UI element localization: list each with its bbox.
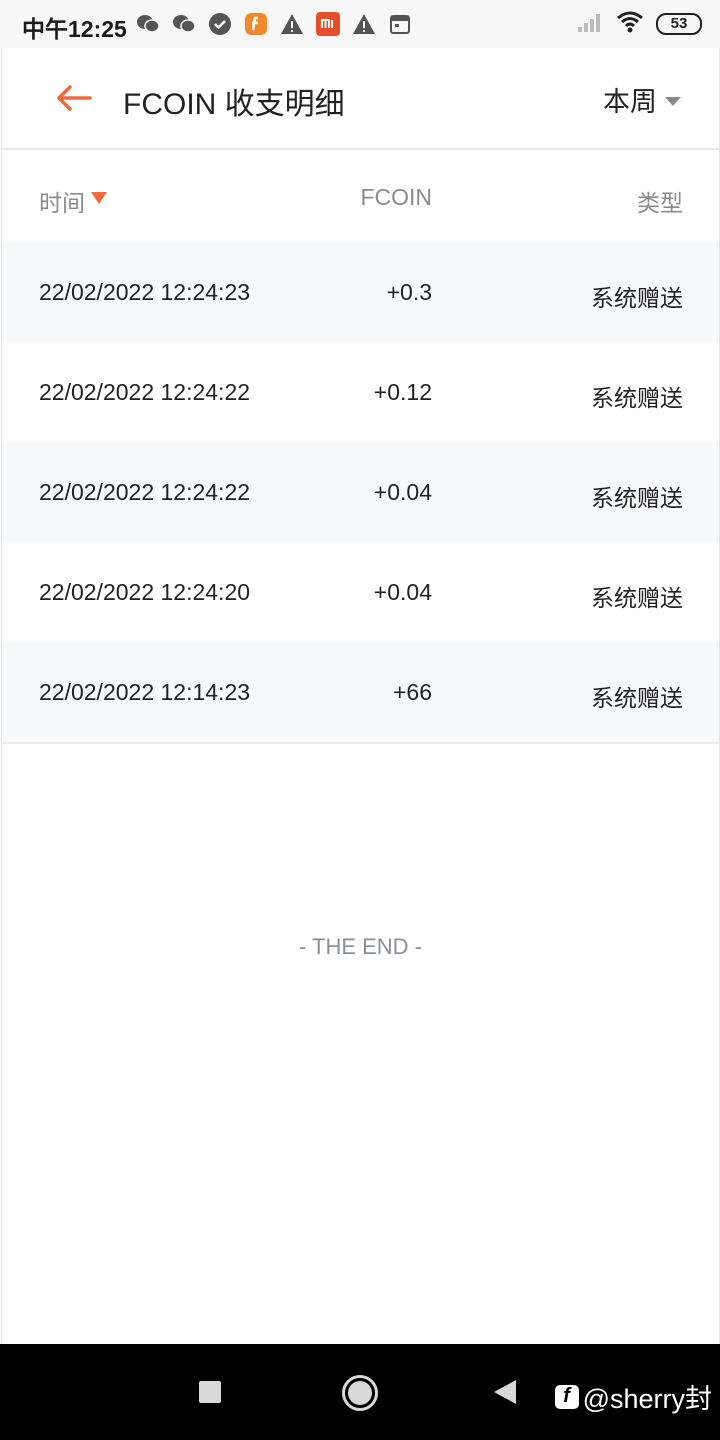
row-time: 22/02/2022 12:24:22: [39, 379, 251, 405]
period-dropdown[interactable]: 本周: [603, 80, 681, 119]
period-label: 本周: [603, 87, 657, 117]
row-type: 系统赠送: [591, 385, 683, 411]
header: FCOIN 收支明细 本周: [2, 48, 719, 150]
table-row: 22/02/2022 12:24:22 +0.12 系统赠送: [2, 342, 719, 442]
home-button[interactable]: [342, 1375, 378, 1411]
arrow-left-icon: [57, 85, 92, 111]
row-amount: +66: [392, 679, 432, 705]
table-row: 22/02/2022 12:24:20 +0.04 系统赠送: [2, 542, 719, 642]
navigation-bar: f @sherry封: [0, 1344, 720, 1440]
back-button[interactable]: [52, 76, 96, 120]
battery-indicator: 53: [656, 13, 702, 35]
table-row: 22/02/2022 12:24:23 +0.3 系统赠送: [2, 242, 719, 342]
recents-button[interactable]: [199, 1381, 221, 1403]
watermark-logo-icon: f: [554, 1384, 579, 1409]
sort-desc-icon: [91, 192, 107, 204]
row-type: 系统赠送: [591, 485, 683, 511]
calendar-icon: [388, 12, 412, 36]
home-icon: [348, 1381, 372, 1405]
row-amount: +0.12: [373, 379, 432, 405]
row-type: 系统赠送: [591, 585, 683, 611]
warning-icon: [352, 12, 376, 36]
signal-icon: [576, 11, 604, 38]
row-time: 22/02/2022 12:14:23: [39, 679, 251, 705]
end-of-list-text: - THE END -: [298, 934, 423, 959]
notification-icons: [136, 10, 412, 38]
status-bar: 中午12:25 53: [0, 0, 720, 48]
table-row: 22/02/2022 12:24:22 +0.04 系统赠送: [2, 442, 719, 542]
watermark: f @sherry封: [554, 1377, 712, 1416]
time-column-label: 时间: [39, 190, 85, 216]
sort-by-time-header[interactable]: 时间: [39, 184, 107, 218]
type-column-label: 类型: [637, 190, 683, 216]
row-amount: +0.04: [373, 579, 432, 605]
wifi-icon: [616, 11, 644, 38]
transaction-list: 22/02/2022 12:24:23 +0.3 系统赠送 22/02/2022…: [2, 242, 719, 744]
system-status: 53: [576, 10, 702, 38]
row-amount: +0.04: [373, 479, 432, 505]
app-screen: FCOIN 收支明细 本周 时间 FCOIN 类型 22/02/2022 12:…: [1, 48, 720, 1344]
wechat-icon: [172, 12, 196, 36]
row-amount: +0.3: [386, 279, 432, 305]
row-time: 22/02/2022 12:24:22: [39, 479, 251, 505]
divider: [2, 742, 719, 744]
row-type: 系统赠送: [591, 285, 683, 311]
table-header: 时间 FCOIN 类型: [2, 150, 719, 242]
warning-icon: [280, 12, 304, 36]
fcoin-column-label: FCOIN: [360, 184, 432, 210]
row-time: 22/02/2022 12:24:23: [39, 279, 251, 305]
back-nav-button[interactable]: [494, 1380, 516, 1404]
wechat-icon: [136, 12, 160, 36]
fcoin-app-icon: [244, 12, 268, 36]
watermark-text: @sherry封: [582, 1384, 712, 1414]
status-time: 中午12:25: [22, 16, 127, 42]
row-time: 22/02/2022 12:24:20: [39, 579, 251, 605]
table-row: 22/02/2022 12:14:23 +66 系统赠送: [2, 642, 719, 742]
page-title: FCOIN 收支明细: [123, 88, 345, 121]
mi-icon: [316, 12, 340, 36]
chevron-down-icon: [665, 96, 681, 106]
row-type: 系统赠送: [591, 685, 683, 711]
check-circle-icon: [208, 12, 232, 36]
